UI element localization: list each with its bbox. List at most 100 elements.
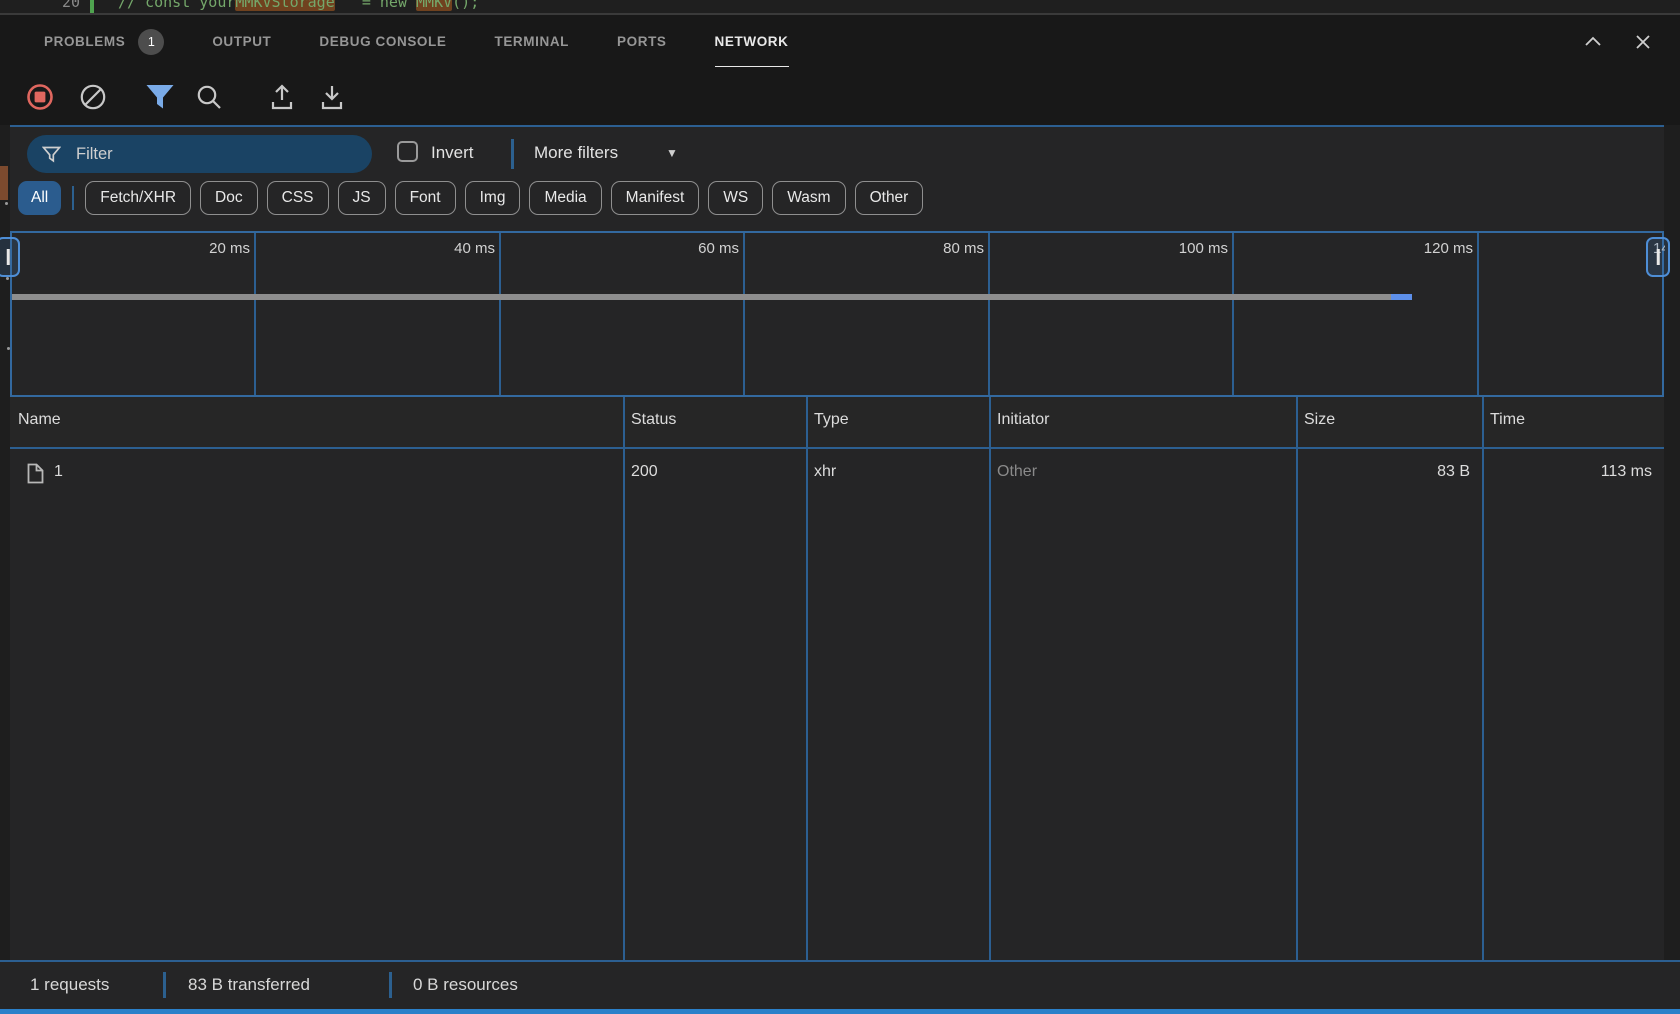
cell-time: 113 ms [1492,463,1652,481]
tab-debug-console-label: DEBUG CONSOLE [319,34,446,49]
chevron-up-icon[interactable] [1582,31,1604,53]
code-text-mid: = new [335,0,416,11]
cell-initiator: Other [997,463,1037,481]
chevron-down-icon: ▼ [666,146,678,160]
chip-img[interactable]: Img [465,181,521,215]
problems-count-badge: 1 [138,29,164,55]
scrollbar-dot [6,277,9,280]
chip-label: Img [480,189,506,207]
filter-funnel-icon[interactable] [145,83,175,110]
line-number: 20 [50,0,80,13]
requests-count: 1 requests [30,975,109,995]
chip-fetch-xhr[interactable]: Fetch/XHR [85,181,191,215]
timeline-gridline [499,233,501,395]
overview-window-left-handle[interactable] [0,237,20,277]
chip-media[interactable]: Media [529,181,601,215]
column-header-status[interactable]: Status [631,411,676,429]
tick-label: 60 ms [635,240,739,257]
column-header-initiator[interactable]: Initiator [997,411,1049,429]
chip-label: Doc [215,189,243,207]
network-overview-timeline: 20 ms 40 ms 60 ms 80 ms 100 ms 120 ms 14… [10,231,1664,397]
code-comment: // const yourMMKVStorage = new MMKV(); [118,0,479,13]
vscode-panel: 20 // const yourMMKVStorage = new MMKV()… [0,0,1680,1014]
network-status-bar: 1 requests 83 B transferred 0 B resource… [0,960,1680,1009]
resource-type-filter: All Fetch/XHR Doc CSS JS Font Img Media … [18,181,923,215]
cell-name: 1 [54,463,63,481]
timeline-gridline [1232,233,1234,395]
transferred-amount: 83 B transferred [188,975,310,995]
request-overview-bar [12,294,1391,300]
document-icon [27,463,44,484]
request-overview-bar-download [1391,294,1412,300]
close-icon[interactable] [1632,31,1654,53]
funnel-outline-icon [42,146,61,163]
chip-all[interactable]: All [18,181,61,215]
tab-terminal-label: TERMINAL [494,34,569,49]
tick-label: 20 ms [146,240,250,257]
search-match-highlight: MMKVStorage [235,0,334,11]
tab-output[interactable]: OUTPUT [212,15,271,68]
chip-ws[interactable]: WS [708,181,763,215]
code-text-prefix: // const your [118,0,235,11]
more-filters-button[interactable]: More filters [534,143,618,163]
tab-ports-label: PORTS [617,34,667,49]
tab-terminal[interactable]: TERMINAL [494,15,569,68]
tab-network-label: NETWORK [715,34,789,49]
chip-label: JS [353,189,371,207]
tick-label: 40 ms [391,240,495,257]
chip-js[interactable]: JS [338,181,386,215]
chip-label: Other [870,189,909,207]
editor-code-sliver: 20 // const yourMMKVStorage = new MMKV()… [0,0,1680,13]
scrollbar-dot [5,202,8,205]
chip-manifest[interactable]: Manifest [611,181,700,215]
invert-label[interactable]: Invert [431,143,474,163]
chip-label: Wasm [787,189,830,207]
clear-icon[interactable] [79,83,107,111]
timeline-gridline [988,233,990,395]
chip-divider [72,186,74,210]
tab-problems[interactable]: PROBLEMS 1 [44,15,164,68]
cell-status: 200 [631,463,658,481]
column-header-name[interactable]: Name [18,411,61,429]
code-text-suffix: (); [452,0,479,11]
chip-label: All [31,189,48,207]
column-header-size[interactable]: Size [1304,411,1335,429]
timeline-gridline [254,233,256,395]
upload-har-icon[interactable] [266,81,298,113]
resources-amount: 0 B resources [413,975,518,995]
chip-font[interactable]: Font [395,181,456,215]
chip-label: CSS [282,189,314,207]
filter-pill [27,135,372,173]
tab-debug-console[interactable]: DEBUG CONSOLE [319,15,446,68]
panel-tab-strip: PROBLEMS 1 OUTPUT DEBUG CONSOLE TERMINAL… [0,15,1680,68]
tick-label: 80 ms [880,240,984,257]
requests-table-header: Name Status Type Initiator Size Time [10,397,1664,449]
chip-wasm[interactable]: Wasm [772,181,845,215]
invert-checkbox[interactable] [397,141,418,162]
chip-label: Media [544,189,586,207]
download-har-icon[interactable] [316,81,348,113]
chip-css[interactable]: CSS [267,181,329,215]
cell-size: 83 B [1310,463,1470,481]
scrollbar-decoration [0,166,8,200]
search-match-highlight: MMKV [416,0,452,11]
column-header-type[interactable]: Type [814,411,849,429]
timeline-gridline [743,233,745,395]
chip-other[interactable]: Other [855,181,924,215]
cell-type: xhr [814,463,836,481]
chip-doc[interactable]: Doc [200,181,258,215]
status-divider [163,972,166,998]
filter-input[interactable] [74,144,372,165]
column-header-time[interactable]: Time [1490,411,1525,429]
overview-window-right-handle[interactable] [1646,237,1670,277]
tick-label: 100 ms [1124,240,1228,257]
record-stop-icon[interactable] [26,83,54,111]
chip-label: Manifest [626,189,685,207]
tab-network[interactable]: NETWORK [715,15,789,68]
chip-label: Fetch/XHR [100,189,176,207]
search-icon[interactable] [194,82,224,112]
tab-ports[interactable]: PORTS [617,15,667,68]
status-divider [389,972,392,998]
table-row[interactable]: 1 200 xhr Other 83 B 113 ms [10,450,1664,498]
chip-label: WS [723,189,748,207]
